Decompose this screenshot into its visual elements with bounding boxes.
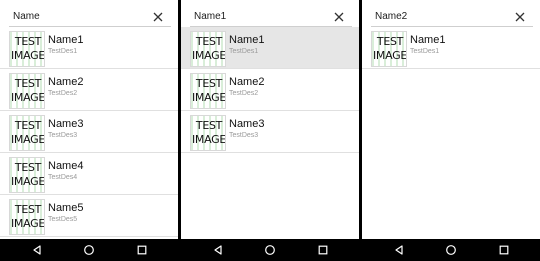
item-title: Name2 — [48, 76, 84, 88]
thumbnail-label: TEST IMAGE — [10, 77, 45, 105]
thumbnail-image: TEST IMAGE — [9, 115, 45, 151]
item-description: TestDes3 — [48, 132, 78, 139]
list-item[interactable]: TEST IMAGE Name1 TestDes1 — [362, 27, 540, 69]
search-input[interactable]: Name2 — [375, 11, 407, 22]
thumbnail-line: TEST — [14, 203, 42, 216]
thumbnail-label: TEST IMAGE — [10, 35, 45, 63]
list-item[interactable]: TEST IMAGE Name5 TestDes5 — [0, 195, 178, 237]
recent-apps-square-icon[interactable] — [498, 244, 510, 256]
thumbnail-label: TEST IMAGE — [10, 161, 45, 189]
item-description: TestDes1 — [48, 48, 78, 55]
thumbnail-line: IMAGE — [191, 49, 226, 62]
nav-bar — [362, 239, 540, 261]
list-item[interactable]: TEST IMAGE Name4 TestDes4 — [0, 153, 178, 195]
thumbnail-label: TEST IMAGE — [10, 119, 45, 147]
thumbnail-line: IMAGE — [191, 133, 226, 146]
search-screen: Name2 TEST IMAGE Name1 TestDes1 — [362, 0, 540, 261]
search-input[interactable]: Name — [13, 11, 40, 22]
thumbnail-line: TEST — [14, 35, 42, 48]
thumbnail-image: TEST IMAGE — [371, 31, 407, 67]
list-item[interactable]: TEST IMAGE Name1 TestDes1 — [0, 27, 178, 69]
item-title: Name1 — [229, 34, 265, 46]
search-screen: Name1 TEST IMAGE Name1 TestDes1 TEST IMAGE Name… — [181, 0, 359, 261]
thumbnail-line: TEST — [14, 119, 42, 132]
close-icon[interactable] — [152, 11, 164, 23]
back-triangle-icon[interactable] — [31, 244, 43, 256]
close-icon[interactable] — [333, 11, 345, 23]
recent-apps-square-icon[interactable] — [317, 244, 329, 256]
recent-apps-square-icon[interactable] — [136, 244, 148, 256]
thumbnail-line: IMAGE — [372, 49, 407, 62]
thumbnail-image: TEST IMAGE — [190, 73, 226, 109]
thumbnail-line: IMAGE — [10, 217, 45, 230]
home-circle-icon[interactable] — [83, 244, 95, 256]
thumbnail-line: TEST — [195, 77, 223, 90]
thumbnail-label: TEST IMAGE — [10, 203, 45, 231]
thumbnail-label: TEST IMAGE — [191, 35, 226, 63]
thumbnail-label: TEST IMAGE — [191, 77, 226, 105]
thumbnail-line: TEST — [14, 161, 42, 174]
item-description: TestDes1 — [229, 48, 259, 55]
close-icon[interactable] — [514, 11, 526, 23]
result-list: TEST IMAGE Name1 TestDes1 TEST IMAGE Name2 Test… — [181, 27, 359, 153]
list-item[interactable]: TEST IMAGE Name3 TestDes3 — [0, 111, 178, 153]
thumbnail-image: TEST IMAGE — [9, 157, 45, 193]
item-description: TestDes4 — [48, 174, 78, 181]
thumbnail-line: IMAGE — [10, 175, 45, 188]
thumbnail-image: TEST IMAGE — [9, 31, 45, 67]
item-title: Name2 — [229, 76, 265, 88]
thumbnail-line: IMAGE — [191, 91, 226, 104]
item-description: TestDes1 — [410, 48, 440, 55]
item-description: TestDes3 — [229, 132, 259, 139]
list-item[interactable]: TEST IMAGE Name2 TestDes2 — [181, 69, 359, 111]
list-item[interactable]: TEST IMAGE Name2 TestDes2 — [0, 69, 178, 111]
item-title: Name1 — [410, 34, 446, 46]
item-title: Name3 — [48, 118, 84, 130]
result-list: TEST IMAGE Name1 TestDes1 — [362, 27, 540, 69]
home-circle-icon[interactable] — [445, 244, 457, 256]
thumbnail-label: TEST IMAGE — [191, 119, 226, 147]
item-title: Name4 — [48, 160, 84, 172]
item-description: TestDes2 — [48, 90, 78, 97]
item-title: Name5 — [48, 202, 84, 214]
search-input[interactable]: Name1 — [194, 11, 226, 22]
thumbnail-line: TEST — [14, 77, 42, 90]
search-screen: Name TEST IMAGE Name1 TestDes1 TEST IMAGE Name2… — [0, 0, 178, 261]
thumbnail-image: TEST IMAGE — [190, 31, 226, 67]
thumbnail-line: TEST — [195, 35, 223, 48]
result-list: TEST IMAGE Name1 TestDes1 TEST IMAGE Name2 Test… — [0, 27, 178, 237]
thumbnail-line: TEST — [376, 35, 404, 48]
back-triangle-icon[interactable] — [393, 244, 405, 256]
thumbnail-label: TEST IMAGE — [372, 35, 407, 63]
thumbnail-image: TEST IMAGE — [190, 115, 226, 151]
item-description: TestDes5 — [48, 216, 78, 223]
item-title: Name1 — [48, 34, 84, 46]
list-item[interactable]: TEST IMAGE Name3 TestDes3 — [181, 111, 359, 153]
nav-bar — [0, 239, 178, 261]
list-item[interactable]: TEST IMAGE Name1 TestDes1 — [181, 27, 359, 69]
item-title: Name3 — [229, 118, 265, 130]
home-circle-icon[interactable] — [264, 244, 276, 256]
thumbnail-image: TEST IMAGE — [9, 199, 45, 235]
thumbnail-image: TEST IMAGE — [9, 73, 45, 109]
back-triangle-icon[interactable] — [212, 244, 224, 256]
thumbnail-line: IMAGE — [10, 49, 45, 62]
item-description: TestDes2 — [229, 90, 259, 97]
thumbnail-line: TEST — [195, 119, 223, 132]
thumbnail-line: IMAGE — [10, 91, 45, 104]
nav-bar — [181, 239, 359, 261]
thumbnail-line: IMAGE — [10, 133, 45, 146]
